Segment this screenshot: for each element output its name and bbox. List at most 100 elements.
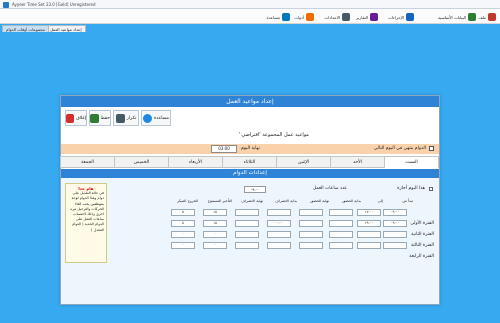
shift-2-out-start[interactable]: ٠٠:٠٠ (267, 220, 291, 227)
menu-help[interactable]: مساعدة (266, 12, 290, 22)
tab-day-monday[interactable]: الإثنين (276, 156, 331, 168)
shift-3-out-end[interactable] (235, 231, 259, 238)
shift-1-early[interactable]: ٥ (171, 209, 195, 216)
day-tabs: السبت الأحد الإثنين الثلاثاء الأربعاء ال… (60, 156, 439, 168)
schedule-group-label: مواعيد عمل المجموعة 'افتراضي ' (238, 132, 309, 138)
shift-2-in-start[interactable] (329, 220, 353, 227)
save-button[interactable]: حفظ (89, 110, 111, 126)
tab-day-wednesday[interactable]: الأربعاء (168, 156, 223, 168)
tab-shift-groups-label: مجموعات أوقات الدوام (6, 27, 45, 32)
menu-actions-label: الإجراءات (388, 14, 404, 20)
shift-2-label: الفترة الثانية (411, 232, 434, 237)
repeat-button[interactable]: تكرار (113, 110, 139, 126)
shift-2-start[interactable]: ٠٩:٠٠ (383, 220, 407, 227)
database-icon (468, 13, 476, 21)
tab-day-friday[interactable]: الجمعة (60, 156, 115, 168)
dialog-title: إعداد مواعيد العمل (61, 96, 439, 107)
shift-1-out-end[interactable] (235, 209, 259, 216)
next-day-checkbox[interactable] (429, 146, 434, 151)
shift-2-late[interactable]: ١٥ (203, 220, 227, 227)
app-icon (3, 2, 9, 8)
col-early-leave: الخروج المبكر (177, 199, 198, 203)
tab-day-saturday[interactable]: السبت (384, 156, 439, 168)
help-icon (282, 13, 290, 21)
col-start: تبدأ من (402, 199, 413, 203)
tab-day-tuesday[interactable]: الثلاثاء (222, 156, 277, 168)
shift-1-end[interactable]: ١٧:٠٠ (357, 209, 381, 216)
shift-3-late[interactable]: ٠ (203, 231, 227, 238)
shift-2-in-end[interactable] (299, 220, 323, 227)
help-button[interactable]: مساعدة (141, 110, 171, 126)
tab-shift-groups[interactable]: مجموعات أوقات الدوام (2, 25, 49, 32)
tab-work-schedule[interactable]: إعداد مواعيد العمل (46, 25, 86, 32)
menu-help-label: مساعدة (266, 14, 280, 20)
col-in-end: نهاية الحضور (310, 199, 329, 203)
shift-3-in-start[interactable] (329, 231, 353, 238)
shift-4-out-start[interactable] (267, 242, 291, 249)
col-out-end: نهاية الانصراف (241, 199, 263, 203)
shift-4-early[interactable]: ٠ (171, 242, 195, 249)
shift-4-end[interactable] (357, 242, 381, 249)
shift-4-start[interactable] (383, 242, 407, 249)
day-end-label: نهاية اليوم (241, 146, 260, 151)
settings-icon (342, 13, 350, 21)
tab-day-sunday[interactable]: الأحد (330, 156, 385, 168)
shift-2-early[interactable]: ٥ (171, 220, 195, 227)
shift-2-out-end[interactable] (235, 220, 259, 227)
menu-reports[interactable]: التقارير (356, 12, 378, 22)
shift-1-late[interactable]: ١٥ (203, 209, 227, 216)
shift-4-late[interactable]: ٠ (203, 242, 227, 249)
menu-tools[interactable]: أدوات (294, 12, 314, 22)
col-late-allowed: التأخير المسموح (207, 199, 232, 203)
window-title: Ayyeer Time Set 23.0 [Gold] Unregistered (12, 2, 96, 7)
shift-1-out-start[interactable] (267, 209, 291, 216)
work-hours-label: عدد ساعات العمل (312, 186, 347, 191)
shift-1-start[interactable]: ٠٩:٠٠ (383, 209, 407, 216)
menu-settings[interactable]: الاعدادات (324, 12, 350, 22)
shift-4-out-end[interactable] (235, 242, 259, 249)
repeat-button-label: تكرار (126, 115, 137, 121)
menu-basic-data[interactable]: البيانات الأساسية (438, 12, 476, 22)
shift-3-label: الفترة الثالثة (410, 243, 434, 248)
shift-4-in-start[interactable] (329, 242, 353, 249)
shift-3-end[interactable] (357, 231, 381, 238)
day-end-row: الدوام ينتهي في اليوم التالي نهاية اليوم… (61, 144, 439, 154)
col-out-start: بداية الانصراف (275, 199, 297, 203)
shift-4-in-end[interactable] (299, 242, 323, 249)
close-icon (66, 113, 75, 123)
shift-2-end[interactable]: ١٩:٠٠ (357, 220, 381, 227)
shift-3-early[interactable]: ٠ (171, 231, 195, 238)
menu-file[interactable]: ملف (478, 12, 496, 22)
next-day-label: الدوام ينتهي في اليوم التالي (373, 146, 426, 151)
work-schedule-dialog: إعداد مواعيد العمل إغلاق حفظ تكرار مساعد… (60, 95, 440, 305)
shift-3-start[interactable] (383, 231, 407, 238)
menu-basic-data-label: البيانات الأساسية (438, 14, 466, 20)
section-title: إعدادات الدوام (61, 169, 439, 178)
home-icon (488, 13, 496, 21)
important-note: هام جدا في حالة التعديل على دوام وهذا ال… (65, 183, 107, 263)
actions-icon (406, 13, 414, 21)
tab-day-thursday[interactable]: الخميس (114, 156, 169, 168)
shift-1-in-end[interactable] (299, 209, 323, 216)
menu-actions[interactable]: الإجراءات (388, 12, 414, 22)
document-tabstrip: إعداد مواعيد العمل مجموعات أوقات الدوام (0, 25, 500, 32)
menu-tools-label: أدوات (294, 14, 304, 20)
save-button-label: حفظ (100, 115, 110, 121)
shift-3-out-start[interactable] (267, 231, 291, 238)
note-body: في حالة التعديل على دوام وهذا الدوام لوح… (70, 191, 104, 232)
close-button-label: إغلاق (76, 115, 86, 121)
shift-3-in-end[interactable] (299, 231, 323, 238)
menu-file-label: ملف (478, 14, 486, 20)
work-hours-input[interactable]: ٠٩:٠٠ (244, 186, 266, 193)
close-button[interactable]: إغلاق (65, 110, 87, 126)
repeat-icon (115, 113, 125, 123)
window-titlebar: Ayyeer Time Set 23.0 [Gold] Unregistered (0, 0, 500, 9)
col-in-start: بداية الحضور (341, 199, 361, 203)
menu-reports-label: التقارير (355, 14, 368, 20)
main-menubar: ملف البيانات الأساسية الإجراءات التقارير… (0, 9, 500, 24)
shift-1-in-start[interactable] (329, 209, 353, 216)
holiday-checkbox[interactable] (429, 187, 433, 191)
shift-1-label: الفترة الأولى (410, 221, 434, 226)
help-button-label: مساعدة (153, 115, 170, 121)
day-end-input[interactable]: 03:00 (211, 145, 237, 153)
